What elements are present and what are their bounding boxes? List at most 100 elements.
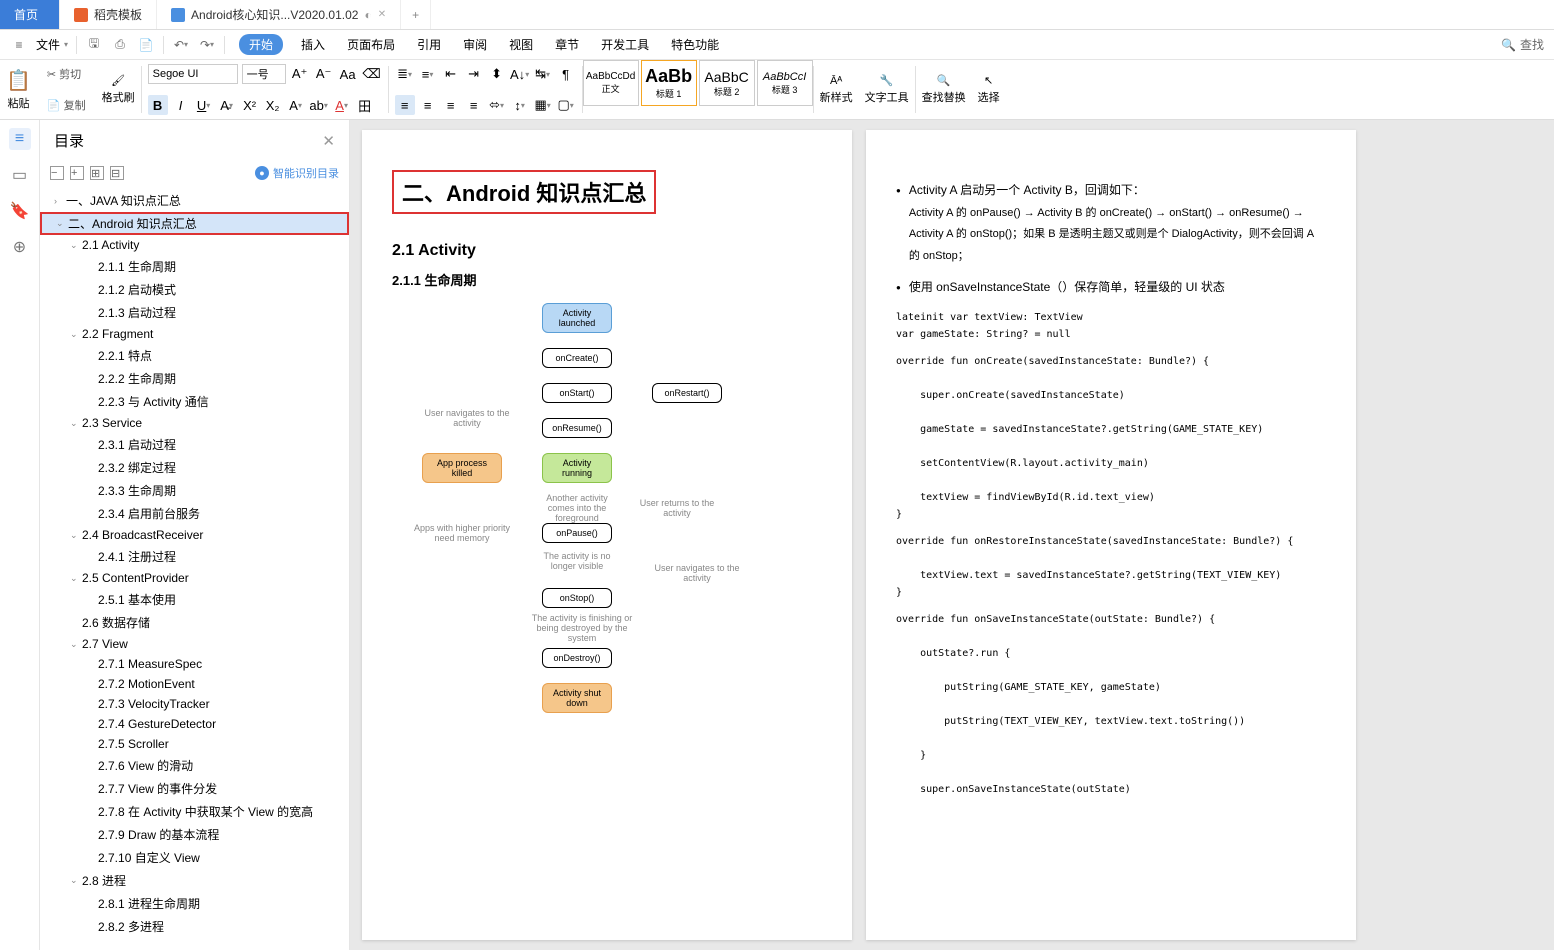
tree-item[interactable]: 2.1.2 启动模式 (40, 278, 349, 301)
tree-item[interactable]: 2.3.4 启用前台服务 (40, 502, 349, 525)
tree-item[interactable]: ⌄2.3 Service (40, 413, 349, 433)
tree-item[interactable]: 2.7.5 Scroller (40, 734, 349, 754)
smart-outline-button[interactable]: ●智能识别目录 (255, 165, 339, 181)
tree-item[interactable]: ⌄2.7 View (40, 634, 349, 654)
promote-icon[interactable]: ⊞ (90, 166, 104, 180)
tab-template[interactable]: 稻壳模板 (60, 0, 157, 29)
ribbon-start[interactable]: 开始 (239, 34, 283, 55)
file-menu[interactable]: 文件▾ (36, 36, 68, 53)
tree-item[interactable]: 2.4.1 注册过程 (40, 545, 349, 568)
line-spacing-icon[interactable]: ⬍ (487, 64, 507, 84)
font-color-button[interactable]: A▾ (332, 95, 352, 115)
number-list-icon[interactable]: ≡▾ (418, 64, 438, 84)
tree-item[interactable]: 2.7.1 MeasureSpec (40, 654, 349, 674)
tree-item[interactable]: 2.2.1 特点 (40, 344, 349, 367)
tabs-icon[interactable]: ↹▾ (533, 64, 553, 84)
clear-format-icon[interactable]: ⌫ (362, 64, 382, 84)
tree-item[interactable]: ⌄2.2 Fragment (40, 324, 349, 344)
tree-item[interactable]: 2.3.2 绑定过程 (40, 456, 349, 479)
print-icon[interactable]: ⎙ (111, 36, 129, 54)
collapse-all-icon[interactable]: − (50, 166, 64, 180)
tree-item[interactable]: 2.2.3 与 Activity 通信 (40, 390, 349, 413)
demote-icon[interactable]: ⊟ (110, 166, 124, 180)
copy-button[interactable]: 📄 复制 (43, 95, 90, 115)
tree-item[interactable]: 2.8.2 多进程 (40, 915, 349, 938)
increase-font-icon[interactable]: A⁺ (290, 64, 310, 84)
text-effect-button[interactable]: A▾ (286, 95, 306, 115)
ribbon-special[interactable]: 特色功能 (667, 34, 723, 55)
document-canvas[interactable]: 二、Android 知识点汇总 2.1 Activity 2.1.1 生命周期 … (350, 120, 1554, 950)
tree-item[interactable]: ›一、JAVA 知识点汇总 (40, 189, 349, 212)
preview-icon[interactable]: 📄 (137, 36, 155, 54)
outline-icon[interactable]: ≡ (9, 128, 31, 150)
tree-item[interactable]: 2.6 数据存储 (40, 611, 349, 634)
tree-item[interactable]: ⌄二、Android 知识点汇总 (40, 212, 349, 235)
search-button[interactable]: 🔍 查找 (1501, 36, 1544, 53)
tree-item[interactable]: ⌄2.1 Activity (40, 235, 349, 255)
tree-item[interactable]: 2.7.6 View 的滑动 (40, 754, 349, 777)
tree-item[interactable]: ⌄2.4 BroadcastReceiver (40, 525, 349, 545)
subscript-button[interactable]: X₂ (263, 95, 283, 115)
line-height-icon[interactable]: ↕▾ (510, 95, 530, 115)
align-center-icon[interactable]: ≡ (418, 95, 438, 115)
tree-item[interactable]: 2.5.1 基本使用 (40, 588, 349, 611)
select-button[interactable]: ↖选择 (972, 60, 1006, 119)
tree-item[interactable]: 2.7.4 GestureDetector (40, 714, 349, 734)
border-button[interactable]: 田 (355, 95, 375, 115)
highlight-button[interactable]: ab▾ (309, 95, 329, 115)
outdent-icon[interactable]: ⇤ (441, 64, 461, 84)
ribbon-layout[interactable]: 页面布局 (343, 34, 399, 55)
indent-icon[interactable]: ⇥ (464, 64, 484, 84)
new-style-button[interactable]: Āᴬ新样式 (814, 60, 859, 119)
tree-item[interactable]: 2.7.7 View 的事件分发 (40, 777, 349, 800)
tree-item[interactable]: 2.3.1 启动过程 (40, 433, 349, 456)
tree-item[interactable]: 2.7.8 在 Activity 中获取某个 View 的宽高 (40, 800, 349, 823)
font-size-select[interactable] (242, 64, 286, 84)
tree-item[interactable]: 2.7.2 MotionEvent (40, 674, 349, 694)
style-h3[interactable]: AaBbCcI标题 3 (757, 60, 813, 106)
underline-button[interactable]: U▾ (194, 95, 214, 115)
find-replace-button[interactable]: 🔍查找替换 (916, 60, 972, 119)
close-outline-icon[interactable]: ✕ (322, 132, 335, 150)
tree-item[interactable]: ⌄2.5 ContentProvider (40, 568, 349, 588)
bookmark-icon[interactable]: 🔖 (9, 200, 31, 222)
save-icon[interactable]: 🖫 (85, 36, 103, 54)
borders-icon[interactable]: ▢▾ (556, 95, 576, 115)
justify-icon[interactable]: ≡ (464, 95, 484, 115)
tab-home[interactable]: 首页 (0, 0, 60, 29)
style-h1[interactable]: AaBb标题 1 (641, 60, 697, 106)
ribbon-chapter[interactable]: 章节 (551, 34, 583, 55)
ribbon-dev[interactable]: 开发工具 (597, 34, 653, 55)
strike-button[interactable]: A̵▾ (217, 95, 237, 115)
tree-item[interactable]: 2.3.3 生命周期 (40, 479, 349, 502)
pages-icon[interactable]: ▭ (9, 164, 31, 186)
ribbon-ref[interactable]: 引用 (413, 34, 445, 55)
tree-item[interactable]: 2.7.9 Draw 的基本流程 (40, 823, 349, 846)
tree-item[interactable]: 2.1.1 生命周期 (40, 255, 349, 278)
tree-item[interactable]: 2.8.1 进程生命周期 (40, 892, 349, 915)
show-marks-icon[interactable]: ¶ (556, 64, 576, 84)
shading-icon[interactable]: ▦▾ (533, 95, 553, 115)
text-tool-button[interactable]: 🔧文字工具 (859, 60, 915, 119)
decrease-font-icon[interactable]: A⁻ (314, 64, 334, 84)
expand-all-icon[interactable]: + (70, 166, 84, 180)
italic-button[interactable]: I (171, 95, 191, 115)
align-right-icon[interactable]: ≡ (441, 95, 461, 115)
format-painter[interactable]: 🖌 格式刷 (96, 60, 141, 119)
font-family-select[interactable] (148, 64, 238, 84)
sort-icon[interactable]: A↓▾ (510, 64, 530, 84)
menu-icon[interactable]: ≡ (10, 36, 28, 54)
cut-button[interactable]: ✂ 剪切 (43, 64, 90, 84)
paste-icon[interactable]: 📋 (6, 68, 31, 93)
tree-item[interactable]: 2.2.2 生命周期 (40, 367, 349, 390)
tree-item[interactable]: 2.7.10 自定义 View (40, 846, 349, 869)
ribbon-insert[interactable]: 插入 (297, 34, 329, 55)
align-left-icon[interactable]: ≡ (395, 95, 415, 115)
distribute-icon[interactable]: ⬄▾ (487, 95, 507, 115)
tree-item[interactable]: ⌄2.8 进程 (40, 869, 349, 892)
style-h2[interactable]: AaBbC标题 2 (699, 60, 755, 106)
tab-doc-active[interactable]: Android核心知识...V2020.01.02◐✕ (157, 0, 401, 29)
redo-icon[interactable]: ↷▾ (198, 36, 216, 54)
tab-add[interactable]: + (401, 0, 431, 29)
superscript-button[interactable]: X² (240, 95, 260, 115)
